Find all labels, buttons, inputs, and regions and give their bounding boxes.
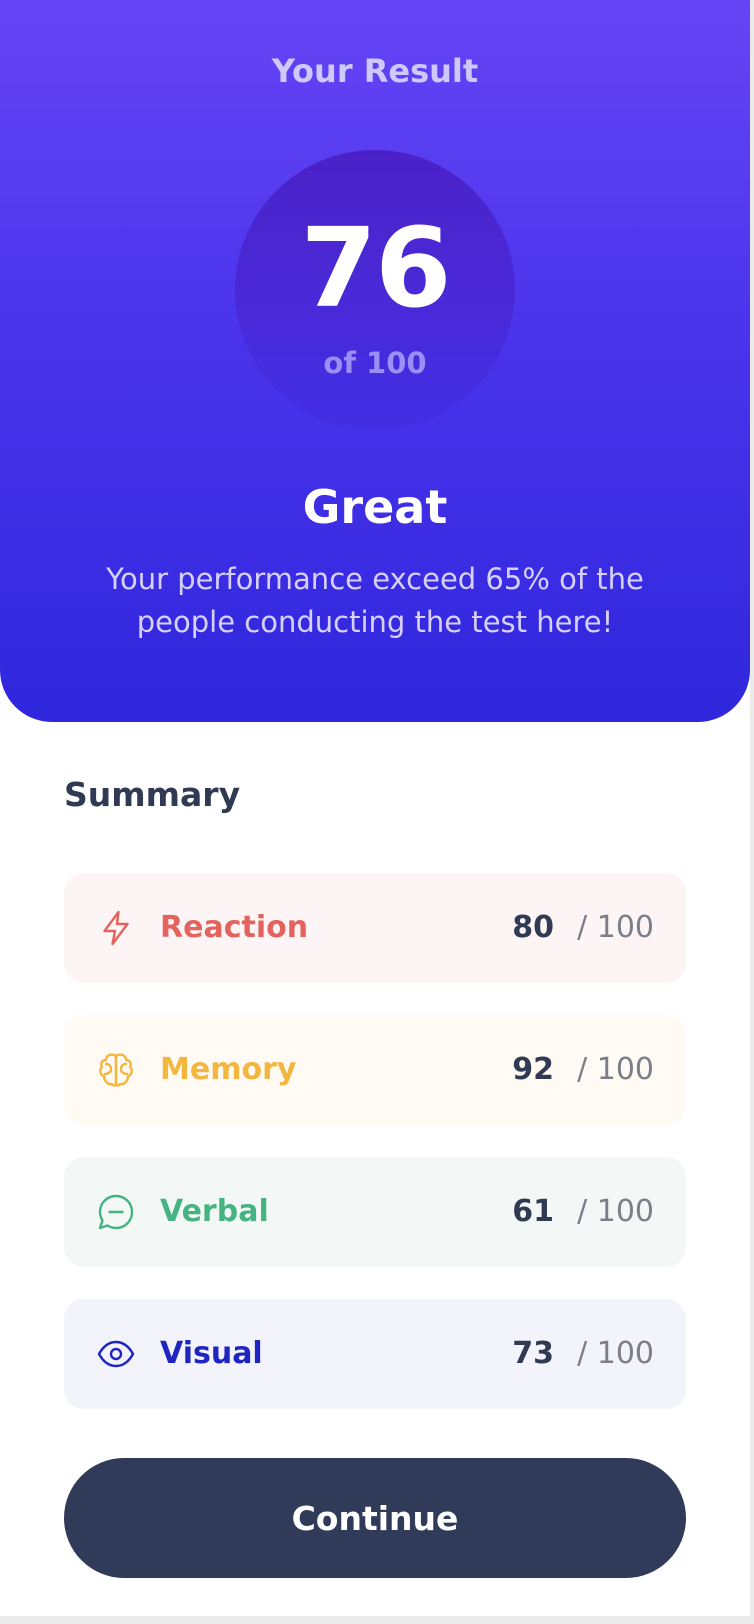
summary-item-visual: Visual 73 / 100 [64, 1299, 686, 1409]
summary-item-label: Reaction [160, 910, 309, 945]
rating-title: Great [302, 480, 448, 534]
summary-item-total: / 100 [577, 1336, 654, 1371]
result-panel: Your Result 76 of 100 Great Your perform… [0, 0, 750, 722]
summary-item-score: 92 [512, 1052, 554, 1087]
score-max: of 100 [323, 346, 427, 380]
summary-item-label: Visual [160, 1336, 263, 1371]
summary-item-score: 80 [512, 910, 554, 945]
summary-heading: Summary [64, 775, 241, 814]
rating-description: Your performance exceed 65% of the peopl… [106, 562, 644, 639]
lightning-icon [96, 908, 136, 948]
summary-item-reaction: Reaction 80 / 100 [64, 873, 686, 983]
chat-bubble-icon [96, 1192, 136, 1232]
score-value: 76 [300, 204, 451, 332]
summary-item-memory: Memory 92 / 100 [64, 1015, 686, 1125]
brain-icon [96, 1050, 136, 1090]
score-circle: 76 of 100 [235, 150, 515, 430]
summary-item-total: / 100 [577, 910, 654, 945]
summary-item-total: / 100 [577, 1194, 654, 1229]
result-heading: Your Result [271, 52, 479, 90]
continue-button[interactable]: Continue [64, 1458, 686, 1578]
summary-item-score: 61 [512, 1194, 554, 1229]
summary-item-verbal: Verbal 61 / 100 [64, 1157, 686, 1267]
summary-item-label: Memory [160, 1052, 297, 1087]
results-page: Your Result 76 of 100 Great Your perform… [0, 0, 750, 1616]
eye-icon [96, 1334, 136, 1374]
summary-item-label: Verbal [160, 1194, 269, 1229]
summary-item-total: / 100 [577, 1052, 654, 1087]
summary-item-score: 73 [512, 1336, 554, 1371]
